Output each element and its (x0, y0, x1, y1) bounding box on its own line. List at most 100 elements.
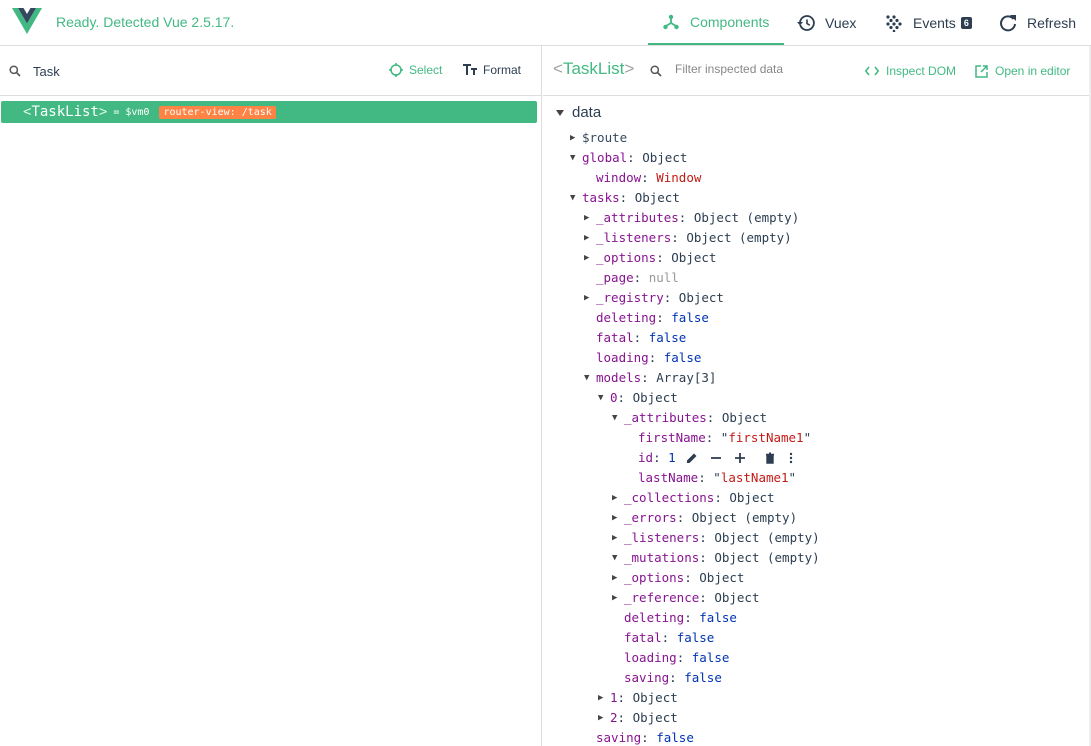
data-key: fatal (624, 630, 662, 645)
data-row[interactable]: ▶ _attributes: Object (empty) (584, 208, 799, 228)
key-separator: : (627, 150, 643, 165)
data-value: firstName1 (728, 430, 804, 445)
tab-events[interactable]: Events 6 (885, 0, 972, 45)
expand-arrow-icon[interactable]: ▶ (612, 508, 624, 528)
data-key: saving (596, 730, 642, 745)
expand-arrow-icon[interactable]: ▶ (612, 588, 624, 608)
data-value: false (663, 350, 702, 365)
data-key: 0 (610, 390, 618, 405)
collapse-arrow-icon[interactable]: ▼ (584, 368, 596, 388)
data-row: ▶window: Window (584, 168, 701, 188)
data-row[interactable]: ▼ tasks: Object (570, 188, 680, 208)
quote-mark: " (713, 470, 721, 485)
data-row: ▶loading: false (612, 648, 729, 668)
expand-arrow-icon[interactable]: ▶ (612, 488, 624, 508)
collapse-arrow-icon[interactable]: ▼ (612, 408, 624, 428)
data-row[interactable]: ▶ _errors: Object (empty) (612, 508, 797, 528)
more-vertical-icon[interactable] (788, 452, 794, 464)
data-value: Array[3] (656, 370, 717, 385)
data-value-wrapper: false (699, 608, 737, 628)
data-value-wrapper: Object (714, 588, 759, 608)
data-row[interactable]: ▶ _registry: Object (584, 288, 724, 308)
edit-pencil-icon[interactable] (686, 452, 698, 464)
data-key: $route (582, 130, 628, 145)
data-row[interactable]: ▶ 1: Object (598, 688, 678, 708)
collapse-arrow-icon[interactable]: ▼ (598, 388, 610, 408)
expand-arrow-icon[interactable]: ▶ (612, 568, 624, 588)
delete-trash-icon[interactable] (764, 452, 776, 464)
data-value: Object (671, 250, 717, 265)
expand-arrow-icon[interactable]: ▶ (570, 128, 582, 148)
format-button[interactable]: Format (463, 63, 521, 77)
components-toolbar: Select Format (0, 46, 541, 96)
data-row[interactable]: ▼ global: Object (570, 148, 687, 168)
data-row[interactable]: ▼ _attributes: Object (612, 408, 767, 428)
key-separator: : (633, 330, 649, 345)
data-value-wrapper: Object (729, 488, 774, 508)
data-section-toggle[interactable]: data (556, 104, 601, 121)
filter-data-input[interactable] (675, 62, 855, 76)
data-row[interactable]: ▶ _collections: Object (612, 488, 775, 508)
data-value-wrapper: Object (722, 408, 767, 428)
data-row[interactable]: ▶ _options: Object (584, 248, 716, 268)
expand-arrow-icon[interactable]: ▶ (584, 248, 596, 268)
key-separator: : (653, 450, 669, 465)
expand-arrow-icon[interactable]: ▶ (584, 288, 596, 308)
refresh-label: Refresh (1027, 14, 1077, 31)
select-button[interactable]: Select (389, 63, 442, 77)
component-tree-item-tasklist[interactable]: < TaskList > = $vm0 router-view: /task (1, 101, 537, 123)
collapse-arrow-icon[interactable]: ▼ (612, 548, 624, 568)
data-row[interactable]: ▶ _reference: Object (612, 588, 759, 608)
components-icon (663, 14, 679, 29)
data-row[interactable]: ▼ models: Array[3] (584, 368, 716, 388)
code-icon (865, 66, 879, 76)
increment-icon[interactable] (734, 452, 746, 464)
data-row: ▶saving: false (612, 668, 722, 688)
data-row[interactable]: ▶ _listeners: Object (empty) (584, 228, 792, 248)
data-value: false (684, 670, 722, 685)
tab-vuex[interactable]: Vuex (797, 0, 856, 45)
inspect-dom-button[interactable]: Inspect DOM (865, 64, 956, 78)
data-value: Object (empty) (714, 530, 820, 545)
data-row: ▶saving: false (584, 728, 694, 746)
data-value-wrapper: false (664, 348, 702, 368)
data-value-wrapper: "firstName1" (721, 428, 811, 448)
data-key: firstName (638, 430, 706, 445)
key-separator: : (671, 230, 687, 245)
data-row[interactable]: ▼ 0: Object (598, 388, 678, 408)
data-row[interactable]: ▶ _listeners: Object (empty) (612, 528, 820, 548)
data-row: ▶deleting: false (612, 608, 737, 628)
events-icon (886, 14, 902, 32)
value-edit-actions (686, 452, 806, 464)
search-icon (9, 65, 21, 77)
data-row[interactable]: ▶ $route (570, 128, 627, 148)
component-search-input[interactable] (33, 62, 333, 80)
key-separator: : (661, 630, 677, 645)
tab-components[interactable]: Components (648, 0, 784, 45)
key-separator: : (699, 590, 715, 605)
data-row: ▶fatal: false (584, 328, 686, 348)
expand-arrow-icon[interactable]: ▶ (584, 208, 596, 228)
expand-arrow-icon[interactable]: ▶ (584, 228, 596, 248)
expand-arrow-icon[interactable]: ▶ (598, 688, 610, 708)
key-separator: : (705, 430, 721, 445)
data-value-wrapper[interactable]: 1 (668, 448, 676, 468)
collapse-arrow-icon[interactable]: ▼ (570, 188, 582, 208)
data-key: id (638, 450, 654, 465)
data-value-wrapper: Object (635, 188, 680, 208)
collapse-arrow-icon[interactable]: ▼ (570, 148, 582, 168)
decrement-icon[interactable] (710, 452, 722, 464)
data-value: lastName1 (720, 470, 789, 485)
data-value: Object (699, 570, 745, 585)
expand-arrow-icon[interactable]: ▶ (598, 708, 610, 728)
data-row[interactable]: ▶ 2: Object (598, 708, 678, 728)
data-row[interactable]: ▶ _options: Object (612, 568, 744, 588)
data-row: ▶fatal: false (612, 628, 714, 648)
expand-arrow-icon[interactable]: ▶ (612, 528, 624, 548)
data-row[interactable]: ▼ _mutations: Object (empty) (612, 548, 820, 568)
refresh-button[interactable]: Refresh (999, 0, 1076, 45)
key-separator: : (669, 670, 685, 685)
data-row: ▶firstName: "firstName1" (626, 428, 811, 448)
open-in-editor-button[interactable]: Open in editor (975, 64, 1070, 78)
data-value-wrapper: Window (656, 168, 701, 188)
